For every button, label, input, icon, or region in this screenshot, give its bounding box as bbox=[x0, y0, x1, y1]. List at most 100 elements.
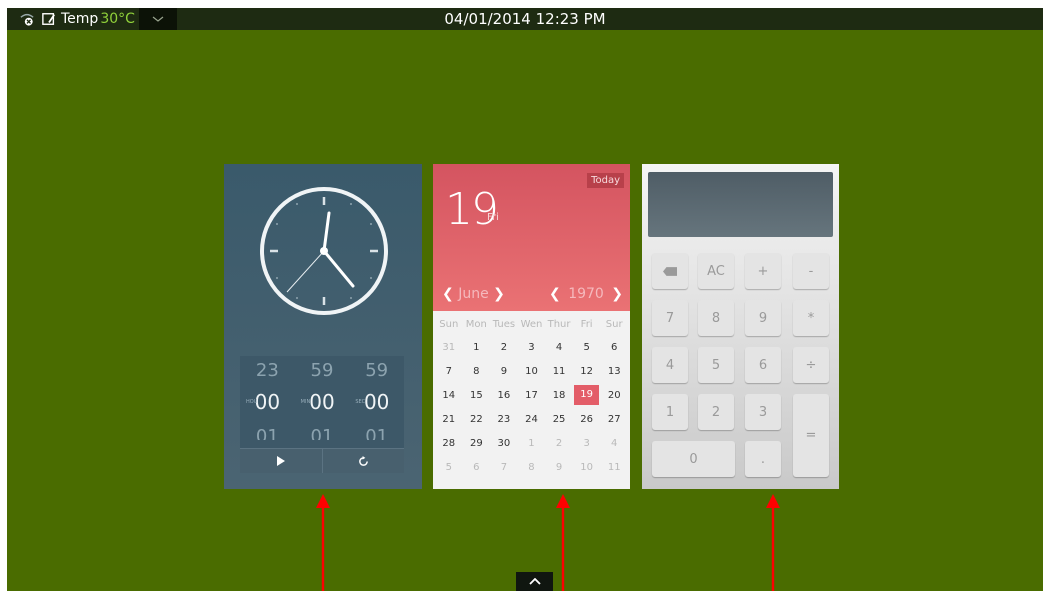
calendar-day-cell[interactable]: 4 bbox=[545, 342, 573, 353]
calendar-day-cell[interactable]: 2 bbox=[545, 438, 573, 449]
calendar-day-cell[interactable]: 6 bbox=[600, 342, 628, 353]
calendar-day-cell[interactable]: 3 bbox=[573, 438, 601, 449]
second-value[interactable]: 00 bbox=[364, 390, 389, 414]
chevron-up-icon[interactable] bbox=[516, 572, 553, 591]
three-button[interactable]: 3 bbox=[745, 394, 781, 430]
timer-next-second: 01 bbox=[365, 426, 389, 440]
next-month-icon[interactable]: ❯ bbox=[493, 286, 505, 302]
calendar-header: Today 19 Fri ❮ June ❯ ❮ 1970 ❯ bbox=[433, 164, 630, 311]
clock-widget[interactable]: 23 59 59 HOU 00 MIN 00 SEC 00 01 01 01 bbox=[224, 164, 422, 489]
calendar-day-cell[interactable]: 21 bbox=[435, 414, 463, 425]
red-arrow-icon bbox=[556, 494, 570, 591]
calendar-day-cell[interactable]: 20 bbox=[600, 390, 628, 401]
home-screen: Temp 30°C 04/01/2014 12:23 PM 23 59 59 H… bbox=[7, 8, 1043, 591]
calendar-week-row: 5 6 7 8 9 10 11 bbox=[435, 455, 628, 479]
calendar-day-cell[interactable]: 26 bbox=[573, 414, 601, 425]
multiply-button[interactable]: * bbox=[793, 300, 829, 336]
calendar-day-cell[interactable]: 3 bbox=[518, 342, 546, 353]
calendar-day-cell[interactable]: 23 bbox=[490, 414, 518, 425]
calendar-day-cell[interactable]: 31 bbox=[435, 342, 463, 353]
calendar-day-cell[interactable]: 5 bbox=[573, 342, 601, 353]
divide-button[interactable]: ÷ bbox=[793, 347, 829, 383]
year-nav: ❮ 1970 ❯ bbox=[549, 286, 623, 302]
timer-panel[interactable]: 23 59 59 HOU 00 MIN 00 SEC 00 01 01 01 bbox=[240, 356, 404, 473]
backspace-button[interactable] bbox=[652, 253, 688, 289]
minus-button[interactable]: - bbox=[793, 253, 829, 289]
red-arrow-icon bbox=[316, 494, 330, 591]
calendar-day-cell[interactable]: 9 bbox=[490, 366, 518, 377]
calendar-day-cell[interactable]: 12 bbox=[573, 366, 601, 377]
calendar-day-cell[interactable]: 14 bbox=[435, 390, 463, 401]
four-button[interactable]: 4 bbox=[652, 347, 688, 383]
play-button[interactable] bbox=[240, 448, 322, 473]
dot-button[interactable]: . bbox=[745, 441, 781, 477]
calendar-day-cell[interactable]: 10 bbox=[573, 462, 601, 473]
calendar-week-row: 31 1 2 3 4 5 6 bbox=[435, 335, 628, 359]
year-label: 1970 bbox=[568, 286, 604, 302]
status-datetime: 04/01/2014 12:23 PM bbox=[444, 10, 606, 28]
weekday-header: Sur bbox=[605, 318, 623, 330]
calendar-day-cell[interactable]: 29 bbox=[463, 438, 491, 449]
calendar-day-cell[interactable]: 5 bbox=[435, 462, 463, 473]
calendar-grid: Sun Mon Tues Wen Thur Fri Sur 31 1 2 3 4… bbox=[435, 313, 628, 479]
calendar-day-cell[interactable]: 7 bbox=[435, 366, 463, 377]
today-button[interactable]: Today bbox=[587, 173, 624, 188]
calendar-day-cell[interactable]: 11 bbox=[600, 462, 628, 473]
plus-button[interactable]: + bbox=[745, 253, 781, 289]
calendar-day-cell[interactable]: 13 bbox=[600, 366, 628, 377]
calendar-day-cell[interactable]: 18 bbox=[545, 390, 573, 401]
calendar-day-cell[interactable]: 10 bbox=[518, 366, 546, 377]
reset-button[interactable] bbox=[321, 448, 404, 473]
calendar-widget[interactable]: Today 19 Fri ❮ June ❯ ❮ 1970 ❯ Sun Mon T… bbox=[433, 164, 630, 489]
seven-button[interactable]: 7 bbox=[652, 300, 688, 336]
selected-day-cell[interactable]: 19 bbox=[573, 385, 600, 405]
nine-button[interactable]: 9 bbox=[745, 300, 781, 336]
calendar-weekday: Fri bbox=[487, 212, 499, 223]
hour-value[interactable]: 00 bbox=[255, 390, 280, 414]
reset-icon bbox=[358, 455, 368, 466]
calendar-day-cell[interactable]: 6 bbox=[463, 462, 491, 473]
zero-button[interactable]: 0 bbox=[652, 441, 735, 477]
weekday-header: Thur bbox=[547, 318, 571, 330]
timer-next-row: 01 01 01 bbox=[240, 426, 404, 440]
backspace-icon bbox=[663, 266, 677, 276]
eight-button[interactable]: 8 bbox=[698, 300, 734, 336]
calendar-day-cell[interactable]: 28 bbox=[435, 438, 463, 449]
calendar-day-cell[interactable]: 8 bbox=[463, 366, 491, 377]
calendar-day-cell[interactable]: 11 bbox=[545, 366, 573, 377]
weekday-header: Sun bbox=[439, 318, 459, 330]
calendar-day-cell[interactable]: 8 bbox=[518, 462, 546, 473]
prev-year-icon[interactable]: ❮ bbox=[549, 286, 561, 302]
calendar-day-cell[interactable]: 22 bbox=[463, 414, 491, 425]
calendar-day-cell[interactable]: 16 bbox=[490, 390, 518, 401]
calendar-day-cell[interactable]: 27 bbox=[600, 414, 628, 425]
next-year-icon[interactable]: ❯ bbox=[611, 286, 623, 302]
calendar-week-row: 21 22 23 24 25 26 27 bbox=[435, 407, 628, 431]
calendar-day-cell[interactable]: 15 bbox=[463, 390, 491, 401]
timer-prev-hour: 23 bbox=[255, 360, 279, 381]
two-button[interactable]: 2 bbox=[698, 394, 734, 430]
calendar-day-cell[interactable]: 1 bbox=[463, 342, 491, 353]
equals-button[interactable]: = bbox=[793, 394, 829, 477]
calendar-day-cell[interactable]: 1 bbox=[518, 438, 546, 449]
calendar-day-cell[interactable]: 2 bbox=[490, 342, 518, 353]
calendar-day-cell[interactable]: 4 bbox=[600, 438, 628, 449]
calculator-display bbox=[648, 172, 833, 237]
second-label: SEC bbox=[355, 399, 366, 405]
prev-month-icon[interactable]: ❮ bbox=[442, 286, 454, 302]
calendar-day-cell[interactable]: 9 bbox=[545, 462, 573, 473]
calendar-day-cell[interactable]: 24 bbox=[518, 414, 546, 425]
weekday-header-row: Sun Mon Tues Wen Thur Fri Sur bbox=[435, 313, 628, 335]
hour-label: HOU bbox=[246, 399, 258, 405]
calendar-day-cell[interactable]: 25 bbox=[545, 414, 573, 425]
one-button[interactable]: 1 bbox=[652, 394, 688, 430]
calendar-day-cell[interactable]: 7 bbox=[490, 462, 518, 473]
ac-button[interactable]: AC bbox=[698, 253, 734, 289]
minute-value[interactable]: 00 bbox=[309, 390, 334, 414]
calendar-day-cell[interactable]: 30 bbox=[490, 438, 518, 449]
five-button[interactable]: 5 bbox=[698, 347, 734, 383]
timer-next-minute: 01 bbox=[310, 426, 334, 440]
calculator-widget[interactable]: AC + - 7 8 9 * 4 5 6 ÷ 1 2 3 = 0 . bbox=[642, 164, 839, 489]
six-button[interactable]: 6 bbox=[745, 347, 781, 383]
calendar-day-cell[interactable]: 17 bbox=[518, 390, 546, 401]
